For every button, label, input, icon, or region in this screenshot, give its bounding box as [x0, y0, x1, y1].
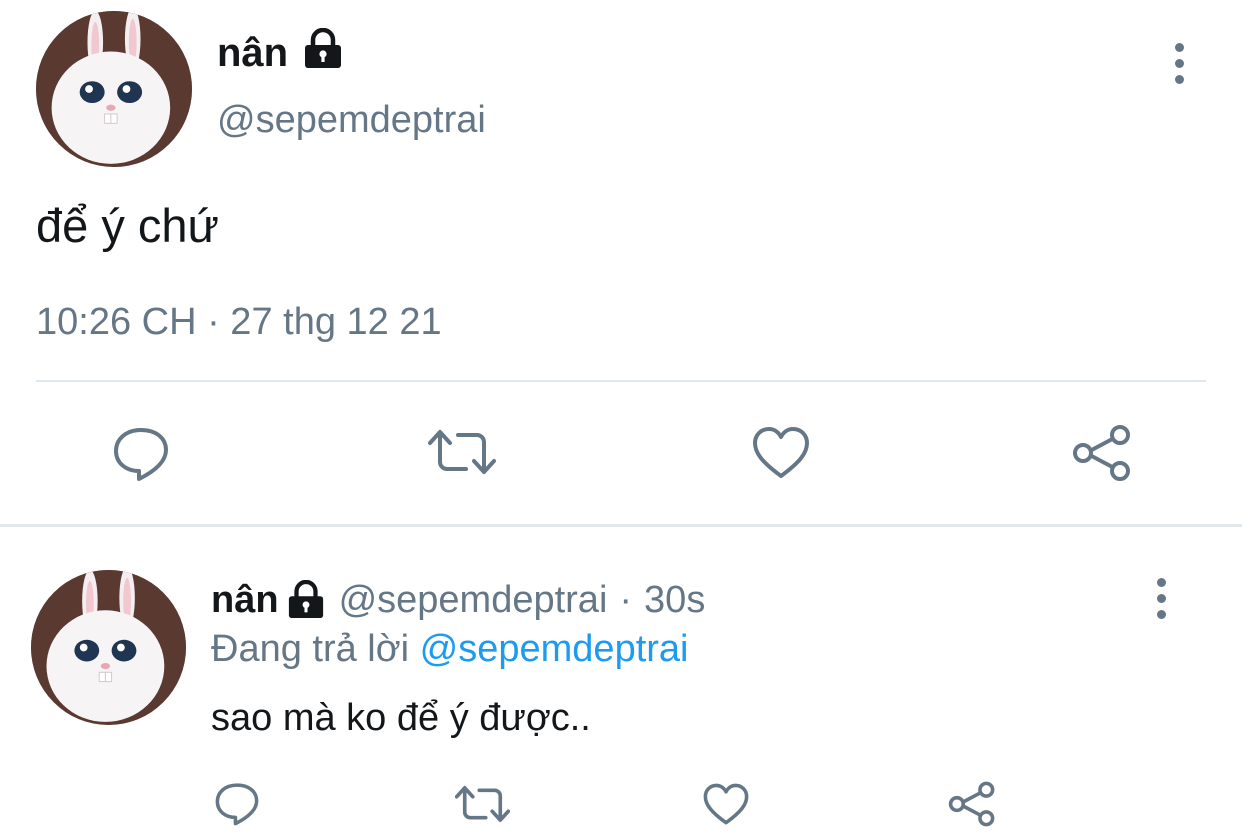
tweet-timestamp[interactable]: 10:26 CH · 27 thg 12 21 — [36, 298, 442, 346]
share-icon[interactable] — [1072, 424, 1132, 482]
more-vertical-icon[interactable] — [1167, 43, 1191, 84]
reply-header: nân @sepemdeptrai · 30s — [211, 576, 705, 624]
section-divider — [0, 524, 1242, 527]
retweet-icon[interactable] — [428, 426, 496, 478]
reply-icon[interactable] — [214, 782, 260, 826]
more-vertical-icon[interactable] — [1149, 578, 1173, 619]
avatar[interactable] — [36, 11, 192, 167]
avatar[interactable] — [31, 570, 186, 725]
header-separator: · — [619, 579, 633, 621]
replying-to: Đang trả lời @sepemdeptrai — [211, 625, 689, 673]
share-icon[interactable] — [948, 781, 996, 827]
replying-to-handle-link[interactable]: @sepemdeptrai — [420, 628, 689, 670]
heart-icon[interactable] — [752, 426, 810, 480]
bunny-avatar-image — [31, 570, 186, 725]
lock-icon — [287, 580, 325, 620]
reply-time-ago[interactable]: 30s — [644, 576, 705, 624]
heart-icon[interactable] — [703, 783, 749, 826]
tweet-text: để ý chứ — [36, 199, 219, 252]
reply-text: sao mà ko để ý được.. — [211, 697, 591, 739]
reply-display-name[interactable]: nân — [211, 576, 279, 624]
user-handle[interactable]: @sepemdeptrai — [217, 96, 486, 144]
bunny-avatar-image — [36, 11, 192, 167]
divider — [36, 380, 1206, 382]
replying-to-label: Đang trả lời — [211, 628, 410, 670]
retweet-icon[interactable] — [455, 783, 510, 825]
reply-user-handle[interactable]: @sepemdeptrai — [339, 576, 608, 624]
lock-icon — [303, 28, 343, 70]
reply-icon[interactable] — [112, 426, 170, 482]
display-name[interactable]: nân — [217, 28, 288, 78]
